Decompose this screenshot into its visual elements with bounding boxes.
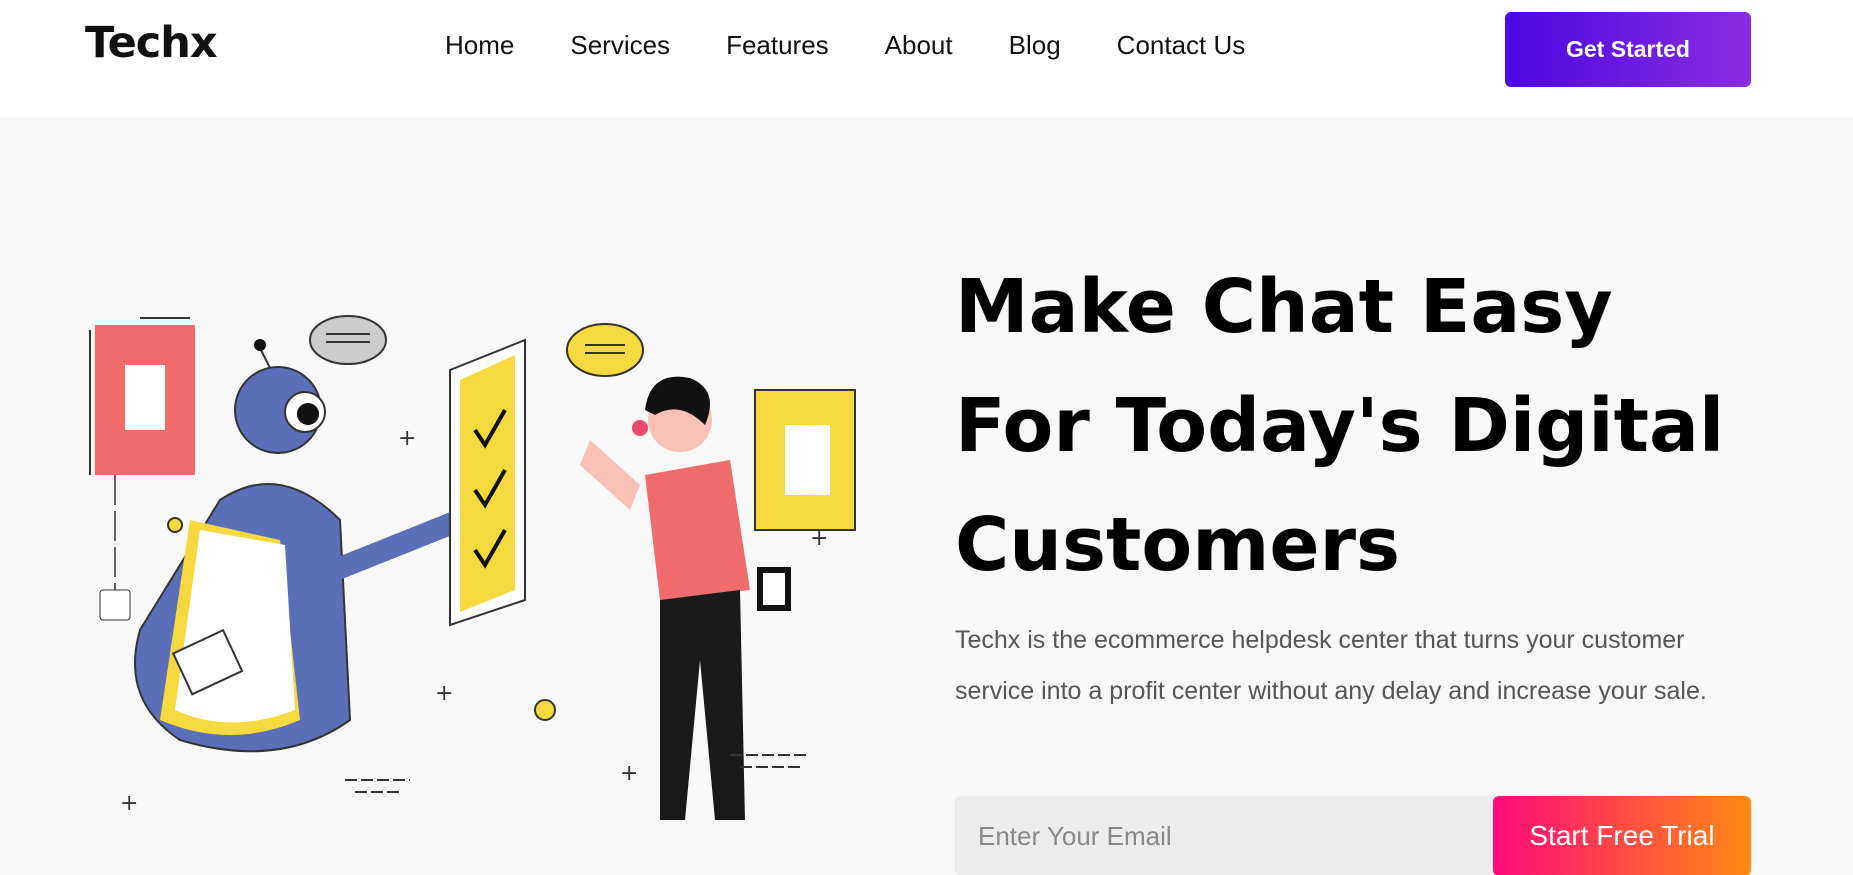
hero-headline: Make Chat Easy For Today's Digital Custo… — [955, 248, 1775, 605]
nav-contact-us[interactable]: Contact Us — [1117, 30, 1246, 61]
brand-logo[interactable]: Techx — [85, 18, 218, 68]
nav-services[interactable]: Services — [570, 30, 670, 61]
main-nav: Home Services Features About Blog Contac… — [445, 30, 1245, 61]
headline-line-1: Make Chat Easy — [955, 264, 1613, 350]
svg-text:+: + — [810, 526, 828, 551]
svg-text:+: + — [620, 761, 638, 786]
headline-line-2: For Today's Digital — [955, 383, 1725, 469]
robot-and-person-chat-icon: + + + + + — [89, 315, 856, 820]
headline-line-3: Customers — [955, 502, 1401, 588]
nav-blog[interactable]: Blog — [1009, 30, 1061, 61]
svg-text:+: + — [435, 681, 453, 706]
hero-description: Techx is the ecommerce helpdesk center t… — [955, 626, 1707, 705]
nav-features[interactable]: Features — [726, 30, 829, 61]
svg-text:+: + — [398, 426, 416, 451]
start-free-trial-button[interactable]: Start Free Trial — [1493, 796, 1751, 875]
email-input[interactable] — [955, 796, 1515, 875]
signup-form: Start Free Trial — [955, 796, 1751, 875]
site-header: Techx Home Services Features About Blog … — [0, 0, 1853, 117]
get-started-button[interactable]: Get Started — [1505, 12, 1751, 87]
nav-about[interactable]: About — [885, 30, 953, 61]
svg-text:+: + — [120, 791, 138, 816]
nav-home[interactable]: Home — [445, 30, 514, 61]
